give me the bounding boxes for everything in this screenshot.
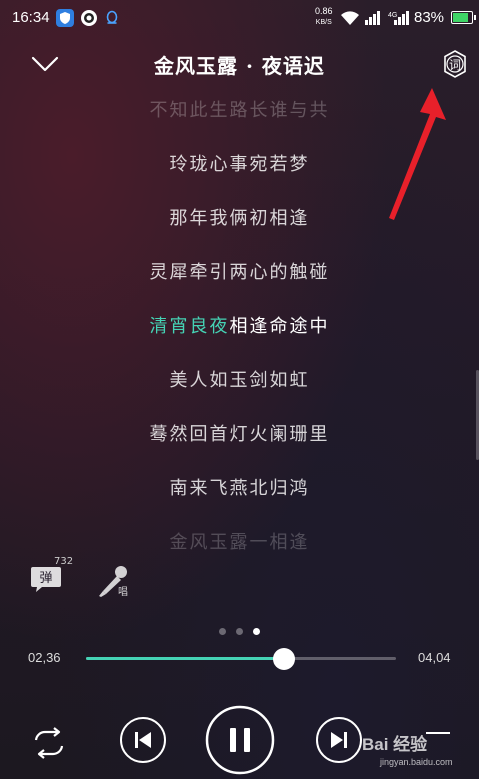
- page-dot[interactable]: [219, 628, 226, 635]
- player-header: 金风玉露 · 夜语迟 词: [0, 44, 479, 84]
- watermark-text: Bai 经验: [362, 735, 428, 754]
- network-speed: 0.86 KB/S: [315, 6, 333, 28]
- previous-track-button[interactable]: [118, 715, 168, 765]
- svg-text:4G: 4G: [388, 12, 397, 19]
- sing-label: 唱: [118, 586, 128, 598]
- lyric-line: 金风玉露一相逢: [169, 532, 310, 553]
- wifi-icon: [341, 11, 359, 25]
- page-indicator: [0, 620, 479, 639]
- elapsed-time: 02,36: [28, 650, 61, 665]
- watermark-url: jingyan.baidu.com: [380, 757, 453, 767]
- globe-app-icon: [80, 9, 98, 27]
- next-track-button[interactable]: [314, 715, 364, 765]
- progress-thumb[interactable]: [273, 648, 296, 670]
- lyric-line: 那年我俩初相逢: [169, 208, 310, 229]
- danmu-count: 732: [54, 556, 74, 567]
- danmu-label: 弹: [39, 571, 52, 586]
- lyric-line: 灵犀牵引两心的触碰: [149, 262, 330, 283]
- battery-icon: [451, 11, 476, 24]
- status-bar: 16:34 0.86 KB/S 4G 83%: [0, 0, 479, 36]
- sing-button[interactable]: 唱: [95, 563, 135, 599]
- lyric-settings-label: 词: [449, 58, 461, 72]
- repeat-icon[interactable]: [28, 722, 70, 764]
- shield-app-icon: [56, 9, 74, 27]
- battery-fill: [453, 13, 468, 22]
- lyric-settings-icon[interactable]: 词: [440, 49, 470, 79]
- network-speed-unit: KB/S: [315, 19, 332, 26]
- page-dot[interactable]: [253, 628, 260, 635]
- lyric-line: 玲珑心事宛若梦: [169, 154, 310, 175]
- progress-slider[interactable]: [86, 648, 396, 670]
- network-speed-value: 0.86: [315, 6, 333, 16]
- lyric-line: 不知此生路长谁与共: [149, 100, 330, 121]
- battery-percent: 83%: [414, 9, 445, 26]
- signal-4g-icon: 4G: [388, 11, 409, 25]
- lyric-line: 蓦然回首灯火阑珊里: [149, 424, 330, 445]
- danmu-button[interactable]: 弹: [30, 565, 62, 593]
- lyric-current-unsung: 相逢命途中: [229, 316, 330, 337]
- status-time: 16:34: [12, 9, 50, 26]
- lyric-line: 南来飞燕北归鸿: [169, 478, 310, 499]
- song-title: 金风玉露 · 夜语迟: [154, 54, 325, 78]
- lyric-line-current: 清宵良夜相逢命途中: [0, 312, 479, 338]
- lyric-current-sung: 清宵良夜: [149, 316, 230, 337]
- pause-button[interactable]: [204, 704, 276, 776]
- signal-icon: [365, 11, 380, 25]
- lyric-line: 美人如玉剑如虹: [169, 370, 310, 391]
- progress-played: [86, 657, 285, 660]
- qq-app-icon: [103, 9, 121, 27]
- page-dot[interactable]: [236, 628, 243, 635]
- total-time: 04,04: [418, 650, 451, 665]
